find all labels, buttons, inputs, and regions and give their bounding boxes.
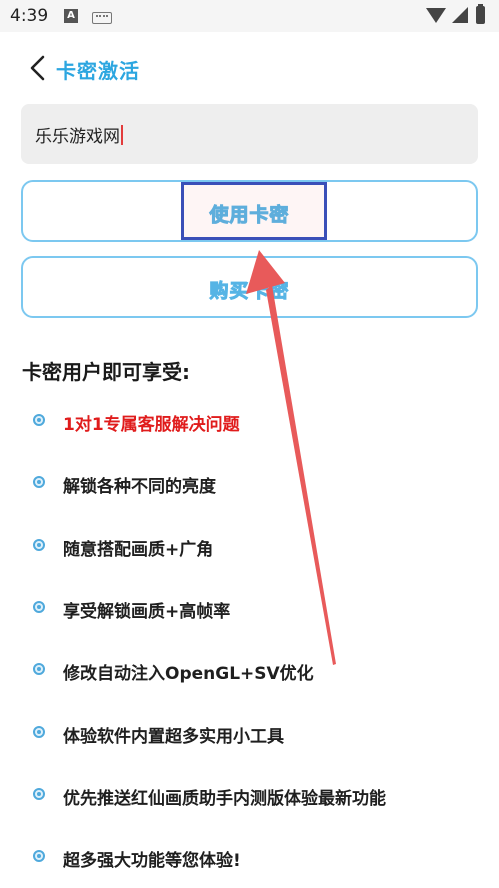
card-code-text: 乐乐游戏网 [35, 127, 120, 147]
page-title: 卡密激活 [56, 59, 140, 83]
benefits-title: 卡密用户即可享受: [22, 360, 190, 384]
card-code-value: 乐乐游戏网 [35, 122, 123, 147]
benefit-text: 优先推送红仙画质助手内测版体验最新功能 [63, 789, 386, 809]
bullet-icon [33, 539, 45, 551]
chevron-left-icon [30, 55, 45, 81]
status-time: 4:39 [10, 6, 49, 26]
status-bar: 4:39 A [0, 0, 499, 32]
keyboard-icon [92, 12, 112, 24]
bullet-icon [33, 476, 45, 488]
buy-card-button-label: 购买卡密 [209, 280, 290, 303]
benefit-text: 修改自动注入OpenGL+SV优化 [63, 664, 314, 684]
battery-icon [476, 4, 485, 24]
benefit-text: 体验软件内置超多实用小工具 [63, 727, 284, 747]
card-code-input[interactable]: 乐乐游戏网 [21, 104, 478, 164]
bullet-icon [33, 663, 45, 675]
benefit-text: 超多强大功能等您体验! [63, 851, 241, 871]
back-button[interactable] [26, 55, 52, 81]
annotation-highlight-box [181, 182, 327, 240]
benefit-text: 随意搭配画质+广角 [63, 540, 214, 560]
benefit-text: 1对1专属客服解决问题 [63, 415, 240, 435]
bullet-icon [33, 414, 45, 426]
benefit-text: 享受解锁画质+高帧率 [63, 602, 231, 622]
bullet-icon [33, 601, 45, 613]
bullet-icon [33, 726, 45, 738]
bullet-icon [33, 850, 45, 862]
benefit-text: 解锁各种不同的亮度 [63, 477, 216, 497]
text-caret [121, 125, 123, 145]
wifi-icon [426, 8, 446, 23]
signal-icon [452, 7, 468, 23]
bullet-icon [33, 788, 45, 800]
buy-card-button[interactable]: 购买卡密 [21, 256, 478, 318]
notification-a-icon: A [64, 9, 78, 23]
